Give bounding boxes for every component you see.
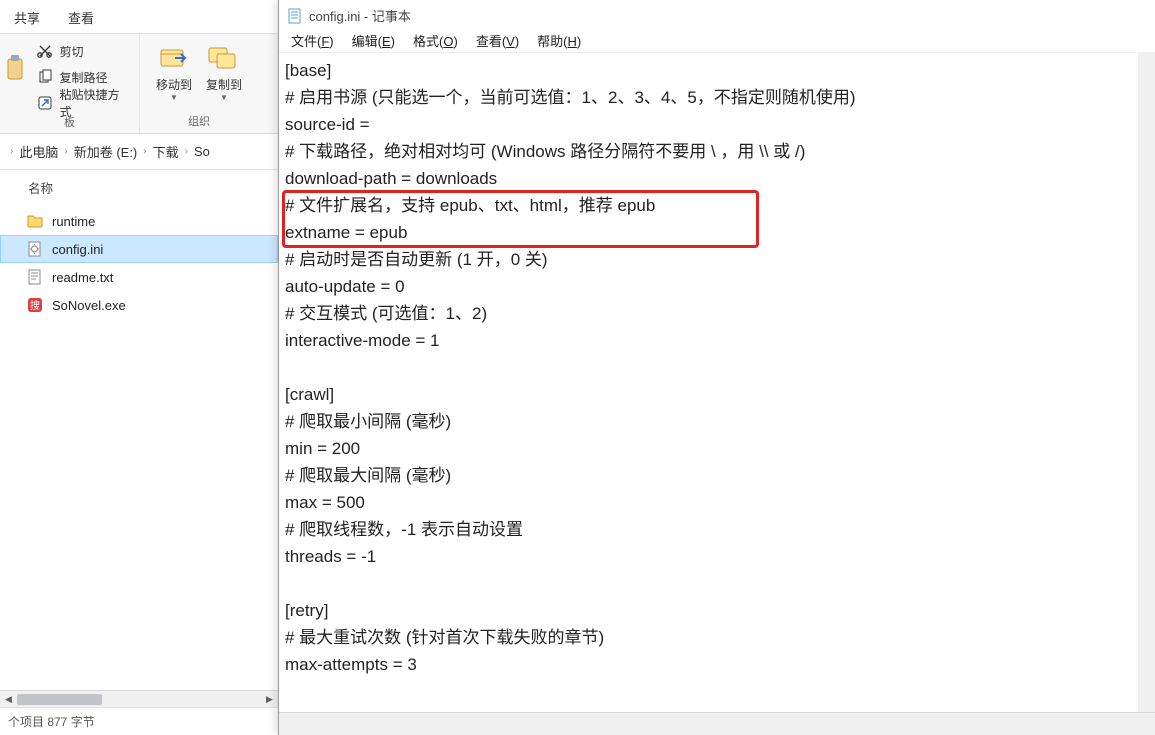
file-explorer: 共享 查看 剪切 xyxy=(0,0,278,735)
breadcrumb[interactable]: › 此电脑 › 新加卷 (E:) › 下载 › So xyxy=(6,139,272,165)
copy-to-icon xyxy=(207,40,241,74)
notepad-icon xyxy=(287,8,303,24)
cut-label: 剪切 xyxy=(59,43,83,60)
menu-file[interactable]: 文件(F) xyxy=(283,30,342,51)
file-name: readme.txt xyxy=(52,270,113,285)
cut-button[interactable]: 剪切 xyxy=(33,40,133,62)
folder-icon xyxy=(26,212,44,230)
file-list: 名称 runtime config.ini readme.txt 搜 SoNovel.e… xyxy=(0,170,278,707)
ribbon-tabs: 共享 查看 xyxy=(0,0,278,34)
exe-icon: 搜 xyxy=(26,296,44,314)
highlight-box xyxy=(282,190,759,248)
paste-shortcut-button[interactable]: 粘贴快捷方式 xyxy=(33,92,133,114)
ribbon-body: 剪切 复制路径 粘贴快捷方式 板 xyxy=(0,34,278,134)
chevron-right-icon: › xyxy=(139,146,150,157)
menu-edit[interactable]: 编辑(E) xyxy=(344,30,403,51)
breadcrumb-1[interactable]: 新加卷 (E:) xyxy=(72,142,140,161)
file-row-config-ini[interactable]: config.ini xyxy=(0,235,278,263)
copy-path-label: 复制路径 xyxy=(59,69,107,86)
file-row-runtime[interactable]: runtime xyxy=(0,207,278,235)
chevron-down-icon: ▼ xyxy=(170,93,178,102)
scissors-icon xyxy=(37,43,53,59)
copy-to-label: 复制到 xyxy=(206,76,242,93)
ini-icon xyxy=(26,240,44,258)
menu-help[interactable]: 帮助(H) xyxy=(529,30,589,51)
scroll-right-icon[interactable]: ▶ xyxy=(261,691,278,708)
svg-text:搜: 搜 xyxy=(30,299,40,312)
notepad-menubar: 文件(F) 编辑(E) 格式(O) 查看(V) 帮助(H) xyxy=(279,31,1155,53)
chevron-right-icon: › xyxy=(6,146,17,157)
ribbon-group-organize-caption: 组织 xyxy=(146,113,252,129)
move-to-icon xyxy=(157,40,191,74)
vertical-scrollbar[interactable] xyxy=(1138,53,1155,712)
move-to-button[interactable]: 移动到 ▼ xyxy=(152,40,196,102)
breadcrumb-2[interactable]: 下载 xyxy=(151,142,181,161)
tab-share[interactable]: 共享 xyxy=(0,2,54,33)
notepad-text-area[interactable]: [base] # 启用书源 (只能选一个，当前可选值：1、2、3、4、5，不指定… xyxy=(279,53,1155,712)
file-row-readme-txt[interactable]: readme.txt xyxy=(0,263,278,291)
copy-path-icon xyxy=(37,69,53,85)
tab-view[interactable]: 查看 xyxy=(54,2,108,33)
notepad-titlebar[interactable]: config.ini - 记事本 xyxy=(279,0,1155,31)
copy-path-button[interactable]: 复制路径 xyxy=(33,66,133,88)
notepad-title-text: config.ini - 记事本 xyxy=(309,6,411,25)
txt-icon xyxy=(26,268,44,286)
ribbon-group-clipboard-caption: 板 xyxy=(6,114,133,130)
menu-view[interactable]: 查看(V) xyxy=(468,30,527,51)
chevron-down-icon: ▼ xyxy=(220,93,228,102)
breadcrumb-0[interactable]: 此电脑 xyxy=(17,142,60,161)
file-name: runtime xyxy=(52,214,95,229)
horizontal-scrollbar[interactable]: ◀ ▶ xyxy=(0,690,278,707)
notepad-window: config.ini - 记事本 文件(F) 编辑(E) 格式(O) 查看(V)… xyxy=(278,0,1155,735)
chevron-right-icon: › xyxy=(60,146,71,157)
chevron-right-icon: › xyxy=(181,146,192,157)
file-name: SoNovel.exe xyxy=(52,298,126,313)
move-to-label: 移动到 xyxy=(156,76,192,93)
notepad-status-bar xyxy=(279,712,1155,735)
column-header-name[interactable]: 名称 xyxy=(0,170,278,205)
copy-to-button[interactable]: 复制到 ▼ xyxy=(202,40,246,102)
shortcut-icon xyxy=(37,95,53,111)
file-name: config.ini xyxy=(52,242,103,257)
file-row-SoNovel-exe[interactable]: 搜 SoNovel.exe xyxy=(0,291,278,319)
status-bar: 个项目 877 字节 xyxy=(0,707,278,735)
scroll-left-icon[interactable]: ◀ xyxy=(0,691,17,708)
menu-format[interactable]: 格式(O) xyxy=(405,30,466,51)
paste-icon[interactable] xyxy=(6,53,26,87)
breadcrumb-3[interactable]: So xyxy=(192,144,212,159)
